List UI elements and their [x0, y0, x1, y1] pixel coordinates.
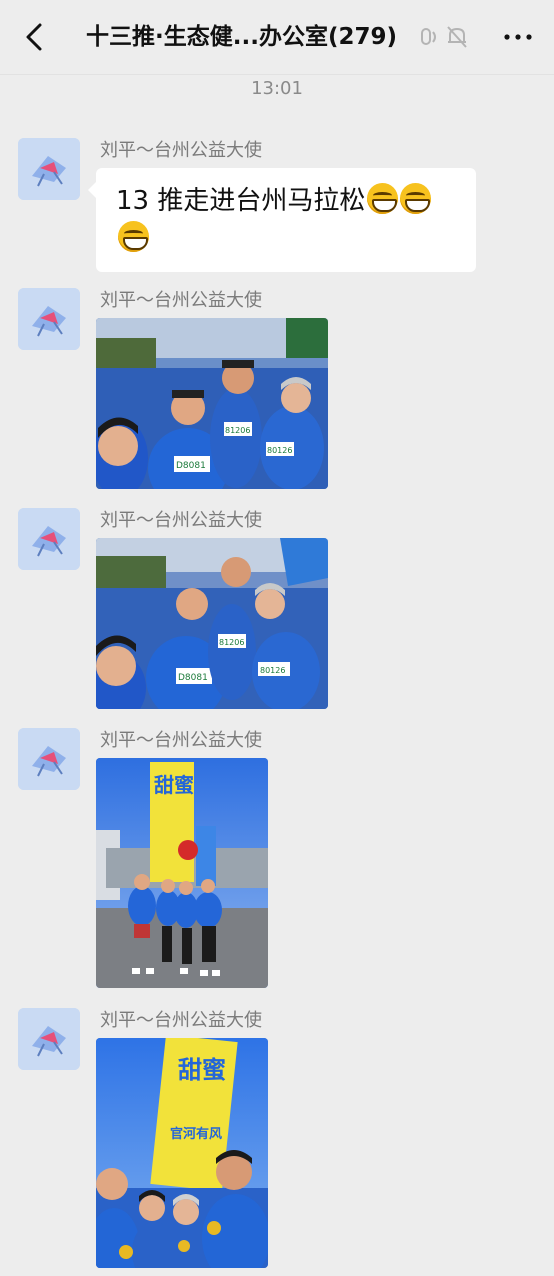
svg-text:80126: 80126	[260, 666, 285, 675]
svg-text:81206: 81206	[225, 426, 250, 435]
grinning-face-emoji-icon	[400, 183, 432, 214]
avatar[interactable]	[18, 1008, 80, 1070]
banner-subtitle: 官河有风	[170, 1126, 222, 1142]
sender-name: 刘平～台州公益大使	[100, 510, 262, 531]
sender-name: 刘平～台州公益大使	[100, 730, 262, 751]
more-button[interactable]	[502, 24, 534, 50]
text-bubble[interactable]: 13 推走进台州马拉松	[88, 168, 476, 272]
back-button[interactable]	[18, 20, 50, 54]
banner-text: 甜蜜	[178, 1056, 226, 1084]
message-text: 13 推走进台州马拉松	[116, 186, 366, 216]
bib-number: D8081	[176, 461, 206, 471]
marathon-group-under-banner-image[interactable]: 甜蜜	[96, 758, 268, 988]
grinning-face-emoji-icon	[118, 221, 149, 252]
marathon-selfie-with-medals-image[interactable]: 甜蜜 官河有风	[96, 1038, 268, 1268]
svg-text:D8081: D8081	[178, 673, 208, 683]
voice-mode-icon[interactable]	[416, 24, 442, 50]
chat-header: 十三推·生态健...办公室(279)	[0, 0, 554, 75]
marathon-group-selfie-image[interactable]: D8081 81206 80126	[96, 318, 328, 489]
svg-text:81206: 81206	[219, 638, 244, 647]
banner-text: 甜蜜	[154, 773, 194, 797]
avatar[interactable]	[18, 728, 80, 790]
avatar[interactable]	[18, 138, 80, 200]
marathon-group-selfie-2-image[interactable]: D8081 81206 80126	[96, 538, 328, 709]
sender-name: 刘平～台州公益大使	[100, 290, 262, 311]
more-icon	[504, 34, 532, 40]
message-timestamp: 13:01	[251, 78, 303, 99]
avatar[interactable]	[18, 288, 80, 350]
message-item: 刘平～台州公益大使 D8081 81206 80126	[0, 508, 554, 712]
chat-title[interactable]: 十三推·生态健...办公室(279)	[86, 20, 406, 54]
back-icon	[26, 23, 42, 51]
mute-bell-icon[interactable]	[444, 24, 470, 50]
message-item: 刘平～台州公益大使 甜蜜	[0, 728, 554, 992]
svg-text:80126: 80126	[267, 446, 292, 455]
grinning-face-emoji-icon	[367, 183, 399, 214]
message-item: 刘平～台州公益大使 13 推走进台州马拉松	[0, 138, 554, 278]
message-item: 刘平～台州公益大使 甜蜜 官河有风	[0, 1008, 554, 1276]
avatar[interactable]	[18, 508, 80, 570]
sender-name: 刘平～台州公益大使	[100, 140, 262, 161]
sender-name: 刘平～台州公益大使	[100, 1010, 262, 1031]
message-item: 刘平～台州公益大使 D8081 81206 80126	[0, 288, 554, 492]
